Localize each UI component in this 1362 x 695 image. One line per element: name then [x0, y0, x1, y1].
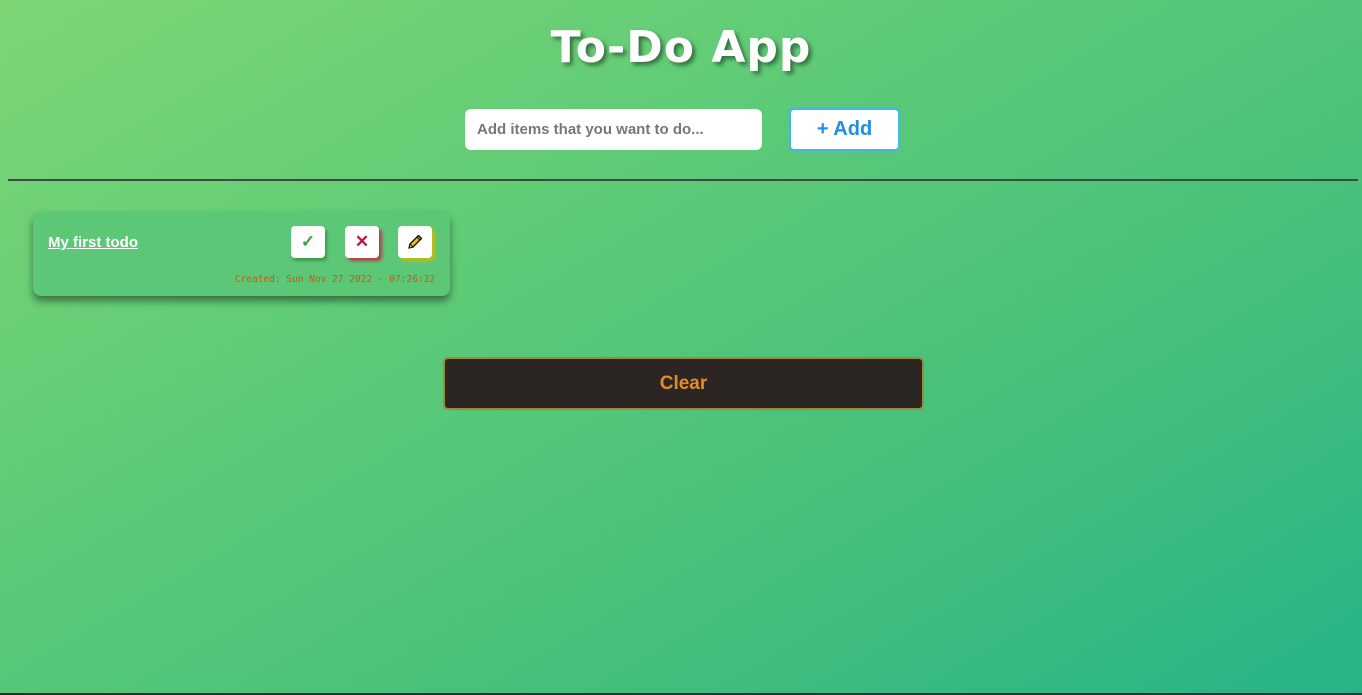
add-button[interactable]: + Add: [789, 108, 900, 151]
todo-input[interactable]: [465, 109, 762, 150]
close-icon: ✕: [354, 232, 370, 251]
clear-button[interactable]: Clear: [443, 357, 924, 410]
delete-button[interactable]: ✕: [345, 226, 379, 258]
check-icon: ✓: [300, 232, 316, 251]
complete-button[interactable]: ✓: [291, 226, 325, 258]
page-title: To-Do App: [550, 22, 812, 73]
created-timestamp: Created: Sun Nov 27 2022 - 07:26:32: [234, 274, 435, 285]
todo-item: My first todo ✓ ✕ Created: Sun Nov 27 20…: [33, 212, 450, 296]
pencil-icon: [408, 234, 423, 249]
todo-text[interactable]: My first todo: [48, 234, 138, 251]
divider: [8, 179, 1358, 181]
edit-button[interactable]: [398, 226, 432, 258]
